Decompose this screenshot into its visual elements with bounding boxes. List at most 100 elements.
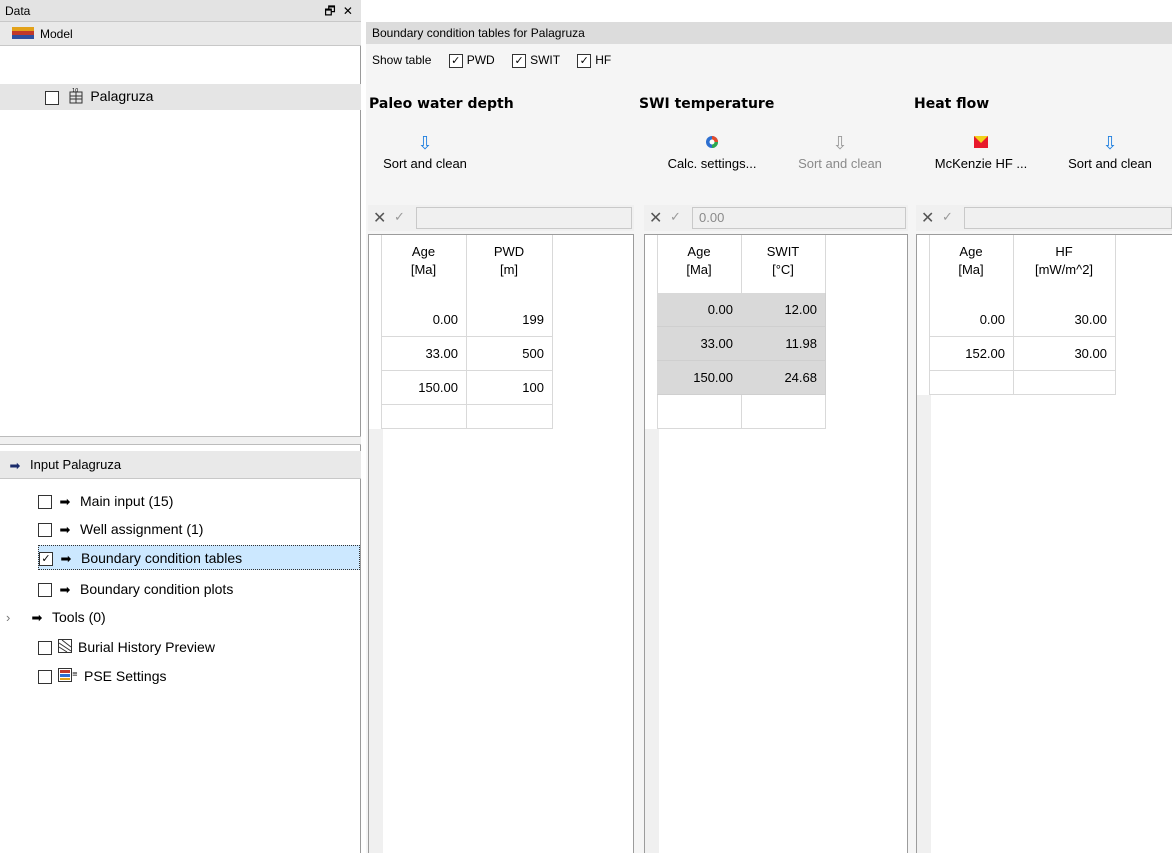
tree-item-boundary-condition-tables[interactable]: ✓ ➡ Boundary condition tables — [38, 545, 360, 570]
arrow-right-icon: ➡ — [59, 522, 71, 538]
model-header[interactable]: Model — [0, 22, 361, 46]
burial-history-checkbox[interactable] — [38, 641, 52, 656]
table-cell[interactable] — [381, 395, 467, 429]
sort-down-arrow-icon: ⇩ — [1102, 133, 1118, 153]
pwd-sort-clean-button[interactable]: ⇩ Sort and clean — [369, 134, 481, 171]
table-cell[interactable]: 24.68 — [741, 361, 826, 395]
table-cell[interactable]: 500 — [466, 337, 553, 371]
swit-edit-bar: ✕ ✓ 0.00 — [644, 205, 908, 231]
table-cell[interactable]: 0.00 — [657, 293, 742, 327]
pwd-table[interactable]: Age [Ma] PWD [m] 0.00 199 33.00 500 150.00… — [368, 234, 634, 853]
expand-chevron-icon[interactable]: › — [6, 606, 30, 630]
model-item-row[interactable]: 10 Palagruza — [0, 84, 361, 110]
table-cell[interactable]: 0.00 — [929, 303, 1014, 337]
show-swit-checkbox[interactable]: ✓ — [512, 53, 527, 68]
table-cell[interactable]: 11.98 — [741, 327, 826, 361]
accept-edit-icon[interactable]: ✓ — [394, 209, 405, 225]
table-cell[interactable] — [657, 395, 742, 429]
swit-calc-settings-button[interactable]: Calc. settings... — [650, 134, 774, 171]
tree-item-well-assignment[interactable]: ➡ Well assignment (1) — [38, 517, 203, 541]
pwd-age-header[interactable]: Age [Ma] — [381, 243, 466, 279]
swit-sort-clean-label: Sort and clean — [798, 156, 882, 171]
cancel-edit-icon[interactable]: ✕ — [649, 208, 662, 228]
pse-settings-icon: ≡ — [58, 665, 78, 689]
table-cell[interactable]: 30.00 — [1013, 303, 1116, 337]
arrow-right-icon: ➡ — [9, 457, 21, 473]
tree-item-main-input[interactable]: ➡ Main input (15) — [38, 489, 173, 513]
table-cell[interactable]: 12.00 — [741, 293, 826, 327]
arrow-right-icon: ➡ — [60, 551, 72, 567]
mckenzie-icon — [922, 134, 1040, 156]
arrow-right-icon: ➡ — [59, 582, 71, 598]
cancel-edit-icon[interactable]: ✕ — [373, 208, 386, 228]
tree-item-boundary-condition-plots[interactable]: ➡ Boundary condition plots — [38, 577, 233, 601]
hf-sort-clean-button[interactable]: ⇩ Sort and clean — [1054, 134, 1166, 171]
boundary-tables-panel: Boundary condition tables for Palagruza … — [366, 0, 1172, 853]
sort-down-arrow-icon: ⇩ — [832, 133, 848, 153]
calc-settings-icon — [650, 134, 774, 156]
table-cell[interactable] — [466, 395, 553, 429]
table-cell[interactable] — [929, 361, 1014, 395]
swit-calc-settings-label: Calc. settings... — [667, 156, 757, 171]
pane-splitter[interactable] — [0, 436, 361, 445]
model-item-checkbox[interactable] — [45, 90, 59, 105]
show-pwd-label: PWD — [466, 53, 495, 67]
data-pane: Data 🗗 ✕ Model 10 Palagruza ➡ Input Palag… — [0, 0, 361, 853]
panel-title: Boundary condition tables for Palagruza — [366, 22, 1172, 44]
swit-sort-clean-button[interactable]: ⇩ Sort and clean — [784, 134, 896, 171]
input-pane-header[interactable]: ➡ Input Palagruza — [0, 451, 361, 479]
table-cell[interactable]: 33.00 — [381, 337, 467, 371]
swit-age-header[interactable]: Age [Ma] — [657, 243, 741, 279]
hf-value-header[interactable]: HF [mW/m^2] — [1013, 243, 1115, 279]
tree-item-pse-settings[interactable]: ≡ PSE Settings — [38, 664, 167, 688]
tree-item-label: Burial History Preview — [78, 639, 215, 655]
hf-table[interactable]: Age [Ma] HF [mW/m^2] 0.00 30.00 152.00 30.… — [916, 234, 1172, 853]
hf-edit-bar: ✕ ✓ — [916, 205, 1172, 231]
show-swit-label: SWIT — [530, 53, 560, 67]
boundary-plots-checkbox[interactable] — [38, 583, 52, 598]
data-pane-title-text: Data — [5, 4, 31, 18]
table-cell[interactable]: 199 — [466, 303, 553, 337]
svg-text:≡: ≡ — [72, 670, 78, 678]
show-pwd-checkbox[interactable]: ✓ — [448, 53, 463, 68]
show-hf-checkbox[interactable]: ✓ — [577, 53, 592, 68]
swit-section-title: SWI temperature — [639, 96, 775, 112]
tree-item-label: Boundary condition tables — [81, 550, 243, 566]
boundary-tables-checkbox[interactable]: ✓ — [39, 552, 53, 567]
table-cell[interactable] — [1013, 361, 1116, 395]
pwd-value-header[interactable]: PWD [m] — [466, 243, 552, 279]
hf-age-header[interactable]: Age [Ma] — [929, 243, 1013, 279]
cancel-edit-icon[interactable]: ✕ — [921, 208, 934, 228]
main-input-checkbox[interactable] — [38, 495, 52, 510]
pwd-edit-field[interactable] — [416, 207, 632, 229]
tree-item-tools[interactable]: › ➡ Tools (0) — [6, 605, 106, 629]
well-assignment-checkbox[interactable] — [38, 523, 52, 538]
swit-value-header[interactable]: SWIT [°C] — [741, 243, 825, 279]
pse-settings-checkbox[interactable] — [38, 670, 52, 685]
swit-table[interactable]: Age [Ma] SWIT [°C] 0.00 12.00 33.00 11.98 … — [644, 234, 908, 853]
show-hf-label: HF — [595, 53, 612, 67]
table-cell[interactable] — [741, 395, 826, 429]
table-cell[interactable]: 150.00 — [657, 361, 742, 395]
hf-mckenzie-button[interactable]: McKenzie HF ... — [922, 134, 1040, 171]
building-icon: 10 — [68, 88, 84, 107]
tree-item-burial-history-preview[interactable]: Burial History Preview — [38, 635, 215, 659]
accept-edit-icon[interactable]: ✓ — [670, 209, 681, 225]
tree-item-label: Main input (15) — [80, 493, 174, 509]
pwd-edit-bar: ✕ ✓ — [368, 205, 634, 231]
row-header-strip — [369, 429, 383, 853]
burial-history-icon — [58, 636, 72, 660]
table-cell[interactable]: 0.00 — [381, 303, 467, 337]
hf-edit-field[interactable] — [964, 207, 1172, 229]
table-cell[interactable]: 33.00 — [657, 327, 742, 361]
swit-edit-field[interactable]: 0.00 — [692, 207, 906, 229]
pane-float-close-controls[interactable]: 🗗 ✕ — [324, 0, 355, 22]
tree-item-label: Well assignment (1) — [80, 521, 204, 537]
hf-section-title: Heat flow — [914, 96, 990, 112]
arrow-right-icon: ➡ — [31, 610, 43, 626]
arrow-right-icon: ➡ — [59, 494, 71, 510]
pwd-section-title: Paleo water depth — [369, 96, 514, 112]
tree-item-label: Tools (0) — [52, 609, 106, 625]
sort-down-arrow-icon: ⇩ — [417, 133, 433, 153]
accept-edit-icon[interactable]: ✓ — [942, 209, 953, 225]
